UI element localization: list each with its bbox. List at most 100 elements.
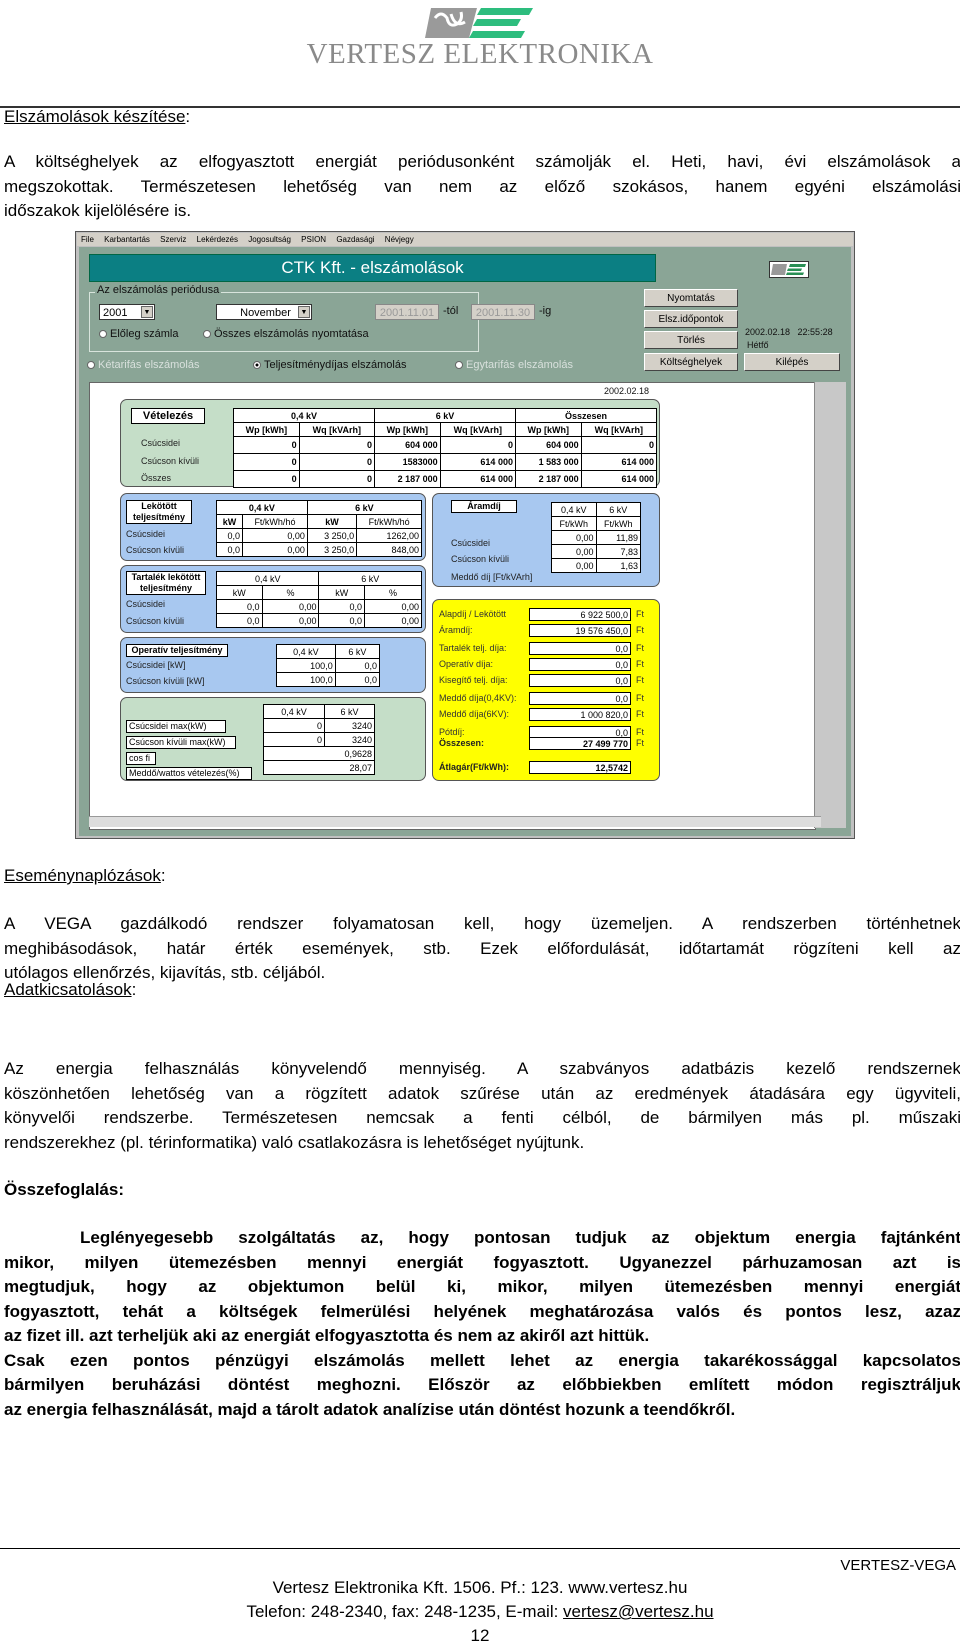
radio-icon — [455, 361, 463, 370]
cell: 0,00 — [261, 599, 320, 614]
summary-row-label: Kisegítő telj. díja: — [439, 675, 508, 685]
menu-karbantartas[interactable]: Karbantartás — [104, 235, 150, 244]
summary-row-value: 6 922 500,0 — [529, 608, 631, 621]
currency-label: Ft — [636, 693, 644, 703]
cell: 0,00 — [242, 542, 308, 557]
lekotott-label: Lekötött teljesítmény — [126, 500, 192, 524]
radio-icon — [87, 361, 95, 370]
col-group: 0,4 kV — [215, 571, 320, 586]
cell: 614 000 — [580, 453, 658, 471]
menu-psion[interactable]: PSION — [301, 235, 326, 244]
company-logo-text: VERTESZ ELEKTRONIKA — [306, 38, 654, 70]
cell: 7,83 — [595, 544, 641, 559]
col-header: 0,4 kV — [551, 502, 597, 517]
col-header: % — [261, 585, 320, 600]
tartalek-panel: Tartalék lekötött teljesítmény Csúcsidei … — [120, 565, 426, 633]
cell: 614 000 — [439, 470, 516, 488]
kilepes-button[interactable]: Kilépés — [744, 353, 840, 371]
cell: 2 187 000 — [514, 470, 582, 488]
cell: 848,00 — [356, 542, 422, 557]
month-select[interactable]: November ▼ — [216, 304, 312, 320]
cell: 0,00 — [364, 599, 422, 614]
average-price-value: 12,5742 — [529, 761, 631, 774]
summary-row-label: Operatív díja: — [439, 659, 494, 669]
radio-eloleg-szamla[interactable]: Előleg számla — [99, 328, 178, 340]
period-group — [89, 292, 479, 352]
cell: 1583000 — [373, 453, 441, 471]
menu-nevjegy[interactable]: Névjegy — [385, 235, 414, 244]
col-header: kW — [216, 585, 263, 600]
footer-divider — [0, 1548, 960, 1549]
summary-row-value: 0,0 — [529, 642, 631, 655]
form-title: CTK Kft. - elszámolások — [89, 254, 656, 282]
date-to-field[interactable]: 2001.11.30 — [471, 304, 535, 320]
horizontal-scrollbar[interactable] — [89, 816, 821, 827]
menu-jogosultsag[interactable]: Jogosultság — [248, 235, 291, 244]
summary-row-label: Pótdíj: — [439, 727, 465, 737]
cell: 0 — [298, 470, 375, 488]
table-row: 0,9628 — [263, 746, 375, 761]
elsz-idopontok-button[interactable]: Elsz.időpontok — [644, 310, 738, 328]
menu-file[interactable]: File — [81, 235, 94, 244]
col-group: 0,4 kV — [216, 500, 308, 515]
app-screenshot: File Karbantartás Szerviz Lekérdezés Jog… — [75, 231, 855, 839]
col-header: Ft/kWh/hó — [242, 514, 308, 529]
currency-label: Ft — [636, 675, 644, 685]
date-from-field[interactable]: 2001.11.01 — [375, 304, 439, 320]
radio-ketarifas[interactable]: Kétarifás elszámolás — [87, 359, 200, 371]
cell: 3 250,0 — [306, 542, 358, 557]
row-label: Csúcson kívüli — [451, 554, 510, 564]
currency-label: Ft — [636, 659, 644, 669]
row-label: Csúcsidei — [141, 438, 181, 448]
radio-icon — [203, 330, 211, 339]
cell: 0 — [263, 732, 325, 747]
row-label: Csúcson kívüli max(kW) — [126, 736, 236, 749]
cell: 0 — [439, 436, 516, 454]
operativ-panel: Operatív teljesítmény Csúcsidei [kW] Csú… — [120, 637, 426, 693]
row-label: Csúcson kívüli — [141, 456, 200, 466]
row-label: Csúcson kívüli [kW] — [126, 676, 205, 686]
koltseghelyek-button[interactable]: Költséghelyek — [644, 353, 738, 371]
paragraph-esemenynaplo: A VEGA gazdálkodó rendszer folyamatosan … — [4, 914, 960, 982]
torles-button[interactable]: Törlés — [644, 331, 738, 349]
currency-label: Ft — [636, 709, 644, 719]
table-row: 0,0 0,00 3 250,0 848,00 — [215, 542, 422, 557]
section-heading-esemenynaplo: Eseménynaplózások: — [4, 866, 166, 885]
col-header: Wq [kVArh] — [580, 422, 658, 437]
footer-email-link[interactable]: vertesz@vertesz.hu — [563, 1602, 713, 1621]
lekotott-table: 0,4 kV 6 kV kW Ft/kWh/hó kW Ft/kWh/hó 0,… — [215, 500, 423, 557]
table-row: 100,0 0,0 — [276, 672, 381, 687]
row-label: Csúcson kívüli — [126, 616, 185, 626]
summary-row-label: Tartalék telj. díja: — [439, 643, 507, 653]
row-label: Csúcsidei — [451, 538, 491, 548]
radio-egytarifas[interactable]: Egytarifás elszámolás — [455, 359, 573, 371]
col-header: Wp [kWh] — [373, 422, 441, 437]
year-select[interactable]: 2001 ▼ — [99, 304, 155, 320]
chevron-down-icon: ▼ — [298, 306, 310, 318]
cell: 0 — [580, 436, 658, 454]
nyomtatas-button[interactable]: Nyomtatás — [644, 289, 738, 307]
table-row: 0,00 7,83 — [551, 544, 641, 559]
cell: 3240 — [323, 732, 376, 747]
radio-osszes-elszamolas[interactable]: Összes elszámolás nyomtatása — [203, 328, 369, 340]
cell: 1 583 000 — [514, 453, 582, 471]
col-header: kW — [318, 585, 365, 600]
table-row: 0,0 0,00 0,0 0,00 — [216, 599, 422, 614]
vertesz-logo-icon — [425, 8, 533, 38]
row-label: Meddő díj [Ft/kVArh] — [451, 572, 533, 582]
menu-gazdasagi[interactable]: Gazdasági — [336, 235, 374, 244]
col-header: 0,4 kV — [263, 704, 325, 719]
currency-label: Ft — [636, 643, 644, 653]
radio-teljesitmenydijas[interactable]: Teljesítménydíjas elszámolás — [253, 359, 406, 371]
aramdij-panel: Áramdíj Csúcsidei Csúcson kívüli Meddő d… — [432, 493, 660, 587]
cell: 0 — [298, 436, 375, 454]
menu-szerviz[interactable]: Szerviz — [160, 235, 186, 244]
col-header: Wq [kVArh] — [298, 422, 375, 437]
menu-bar: File Karbantartás Szerviz Lekérdezés Jog… — [77, 233, 853, 246]
footer-tag: VERTESZ-VEGA — [840, 1557, 956, 1574]
menu-lekerdezes[interactable]: Lekérdezés — [197, 235, 238, 244]
unit-header: Ft/kWh — [551, 516, 597, 531]
table-row: 0,0 0,00 3 250,0 1262,00 — [215, 528, 422, 543]
total-label: Összesen: — [439, 738, 485, 748]
section-heading-adatkicsatolas: Adatkicsatolások: — [4, 980, 137, 999]
